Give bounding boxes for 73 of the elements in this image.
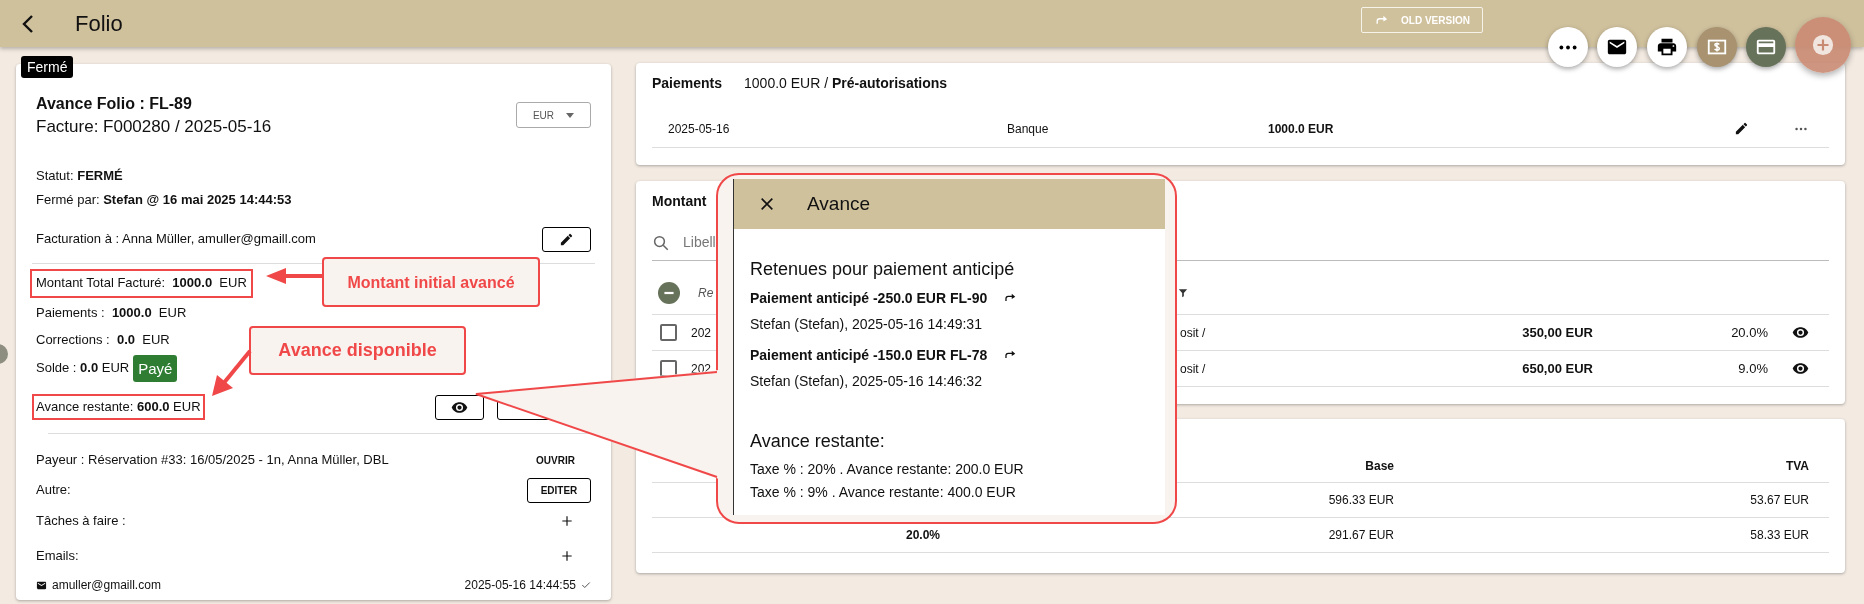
plus-icon[interactable] [560,514,574,528]
paid-badge: Payé [133,354,178,382]
entry-title: Paiement anticipé -250.0 EUR FL-90 [750,288,988,308]
entry-title: Paiement anticipé -150.0 EUR FL-78 [750,345,988,365]
search-placeholder: Libell [683,233,716,252]
open-link[interactable]: OUVRIR [536,452,575,468]
search-icon [652,233,670,252]
remaining-line: Taxe % : 20% . Avance restante: 200.0 EUR [750,460,1025,479]
entry-meta: Stefan (Stefan), 2025-05-16 14:49:31 [750,315,983,334]
eye-icon[interactable] [1792,324,1809,341]
status-text: Statut: FERMÉ [36,167,123,185]
remaining-line: Taxe % : 9% . Avance restante: 400.0 EUR [750,483,1017,502]
annotation-text: Montant initial avancé [347,272,515,292]
column-header: Base [1364,457,1394,475]
table-cell-text: 350,00 EUR [1521,323,1593,342]
payments-text: Paiements : 1000.0 EUR [36,304,187,322]
printer-icon [1656,36,1678,58]
table-cell-text: osit / [1180,360,1206,378]
checkbox[interactable] [660,324,677,341]
column-header: Re [698,284,715,302]
field-label: Autre: [36,481,71,500]
column-header: TVA [1784,457,1810,475]
email-address: amuller@gmaill.com [52,577,161,594]
table-cell-text: 596.33 EUR [1327,492,1394,509]
dots-icon[interactable] [1795,126,1807,131]
table-cell-text: 1000.0 EUR [1268,120,1335,138]
remaining-advance-text: Avance restante: 600.0 EUR [36,398,201,417]
close-icon[interactable] [759,196,775,212]
table-cell-text: 20.0% [1730,323,1768,342]
card-title: Montant [652,192,708,211]
section-title: Avance restante: [750,430,886,453]
dots-icon [1559,44,1577,50]
table-cell-text: 58.33 EUR [1749,527,1810,544]
email-timestamp: 2025-05-16 14:44:55 [464,577,576,594]
folio-title: Avance Folio : FL-89 [36,94,193,114]
eye-icon[interactable] [1792,360,1809,377]
table-cell-text: 9.0% [1737,359,1768,378]
table-cell-text: 53.67 EUR [1749,492,1810,509]
entry-meta: Stefan (Stefan), 2025-05-16 14:46:32 [750,372,983,391]
table-cell-text: 291.67 EUR [1327,527,1394,544]
closed-by-text: Fermé par: Stefan @ 16 mai 2025 14:44:53 [36,191,292,209]
payer-text: Payeur : Réservation #33: 16/05/2025 - 1n, Anna Müller, DBL [36,451,389,470]
total-billed-text: Montant Total Facturé: 1000.0 EUR [36,274,247,293]
card-title: Paiements [652,73,723,93]
corrections-text: Corrections : 0.0 EUR [36,331,170,349]
page-title: Folio [75,10,123,38]
pencil-icon [559,231,574,247]
balance-text: Solde : 0.0 EUR [36,359,130,378]
mail-icon [36,579,47,591]
plus-icon[interactable] [560,549,574,563]
payments-summary: 1000.0 EUR / Pré-autorisations [744,73,948,93]
table-cell-text: 650,00 EUR [1521,359,1593,378]
section-title: Retenues pour paiement anticipé [750,258,1016,281]
minus-circle-icon[interactable] [658,281,680,304]
add-icon [1812,34,1834,56]
invoice-number: Facture: F000280 / 2025-05-16 [36,116,272,138]
edit-billing-button[interactable] [542,226,591,252]
currency-dropdown[interactable]: EUR [516,102,591,128]
caret-icon [566,112,575,118]
edit-button[interactable]: EDITER [527,477,591,503]
pencil-icon[interactable] [1734,121,1749,136]
dialog-title: Avance [807,191,871,216]
billing-text: Facturation à : Anna Müller, amuller@gmaill.com [36,230,316,249]
status-badge: Fermé [21,56,74,78]
table-cell-text: 202 [691,324,713,342]
table-cell-text: Banque [1007,120,1050,138]
table-cell-text: 2025-05-16 [668,120,731,138]
table-cell-text: osit / [1180,324,1206,342]
table-cell-text: 20.0% [905,527,941,544]
field-label: Tâches à faire : [36,512,126,531]
view-button[interactable] [435,394,484,420]
field-label: Emails: [36,547,79,566]
annotation-text: Avance disponible [278,339,437,362]
